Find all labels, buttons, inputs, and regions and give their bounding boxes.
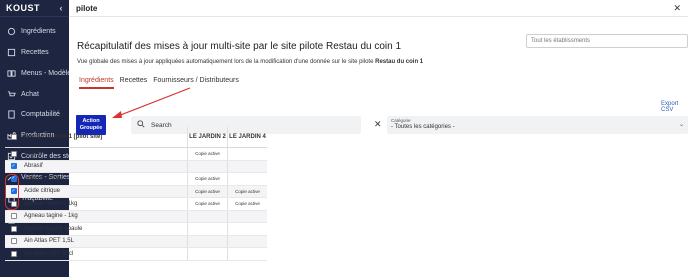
site-4-status: Copie active [227, 185, 267, 197]
category-select[interactable]: Catégorie - Toutes les catégories - ⌄ [387, 116, 688, 134]
sidebar-item-label: Achat [21, 90, 39, 98]
page-top-title: pilote [76, 3, 98, 13]
highlight-circle [5, 174, 19, 210]
ingredient-name: Ain Atlas PET 1,5L [24, 238, 74, 245]
sidebar-item-0[interactable]: Ingrédients [0, 22, 69, 40]
recipes-icon [7, 48, 16, 57]
site-4-status [227, 210, 267, 222]
site-2-status [187, 248, 227, 260]
tab-ingredients[interactable]: Ingrédients [79, 77, 114, 89]
site-2-status [187, 210, 227, 222]
menu-book-icon [7, 69, 16, 78]
accounting-icon [7, 109, 16, 119]
close-icon[interactable]: ✕ [673, 3, 681, 14]
table-header: Restau du coin 1 [pilot site] LE JARDIN … [5, 127, 267, 148]
sidebar-item-3[interactable]: Achat [0, 85, 69, 103]
ingredient-name: Ain Atlas PET 50cl [24, 250, 74, 257]
brand-name: KOUST [6, 3, 40, 13]
ingredient-name: Agneau tagine épaule [24, 225, 83, 232]
table-row[interactable]: ✓ Abrasif [5, 160, 267, 173]
table-row[interactable]: Ain Atlas PET 50cl [5, 248, 267, 261]
clear-search-icon[interactable]: ✕ [374, 119, 382, 130]
site-4-status: Copie active [227, 198, 267, 210]
chevron-down-icon: ⌄ [678, 122, 684, 128]
sidebar-item-label: Recettes [21, 48, 49, 56]
table-row[interactable]: @@@ Copie active [5, 148, 267, 161]
sidebar-item-1[interactable]: Recettes [0, 43, 69, 61]
row-checkbox[interactable] [10, 238, 17, 245]
table-row[interactable]: Agneau souris - 1kg Copie active Copie act… [5, 198, 267, 211]
header-pilot-site: Restau du coin 1 [pilot site] [24, 133, 103, 140]
ingredient-name: Agneau tagine - 1kg [24, 213, 78, 220]
table-row[interactable]: Ain Atlas PET 1,5L [5, 235, 267, 248]
site-4-status [227, 235, 267, 247]
row-checkbox[interactable]: ✓ [10, 163, 17, 170]
table-row[interactable]: Agneau tagine - 1kg [5, 210, 267, 223]
pilot-site-name: Restau du coin 1 [375, 59, 424, 65]
site-4-status [227, 223, 267, 235]
site-2-status: Copie active [187, 148, 227, 160]
page-title: Récapitulatif des mises à jour multi-sit… [77, 41, 402, 52]
export-csv-link[interactable]: Export CSV [661, 101, 688, 113]
sidebar-item-2[interactable]: Menus - Modèles [0, 64, 69, 82]
header-site-2: LE JARDIN 2 [187, 127, 227, 147]
sidebar-item-label: Comptabilité [21, 110, 60, 118]
establishments-select[interactable]: Tout les établissments [526, 34, 688, 48]
page-description: Vue globale des mises à jour appliquées … [77, 59, 423, 65]
cart-icon [7, 90, 16, 99]
site-4-status [227, 160, 267, 172]
row-checkbox[interactable] [10, 213, 17, 220]
description-text: Vue globale des mises à jour appliquées … [77, 59, 376, 65]
category-value: - Toutes les catégories - [391, 124, 455, 130]
tab-recettes[interactable]: Recettes [120, 77, 148, 89]
ingredient-name: @@@ [24, 150, 43, 157]
row-checkbox[interactable] [10, 225, 17, 232]
header-site-4: LE JARDIN 4 [227, 127, 267, 147]
ingredient-name: Acide citrique [24, 188, 61, 195]
site-4-status [227, 148, 267, 160]
tabs: Ingrédients Recettes Fournisseurs / Dist… [79, 77, 239, 89]
table-row[interactable]: ✓ Acide citrique Copie active Copie active [5, 185, 267, 198]
ingredient-name: Abrasif - Copie [24, 175, 64, 182]
site-2-status: Copie active [187, 198, 227, 210]
top-bar: pilote ✕ [69, 0, 688, 17]
site-2-status: Copie active [187, 173, 227, 185]
sidebar-item-4[interactable]: Comptabilité [0, 105, 69, 123]
site-4-status [227, 173, 267, 185]
menu-toggle-icon[interactable]: ‹ [60, 3, 64, 13]
ingredients-table: Restau du coin 1 [pilot site] LE JARDIN … [5, 127, 267, 261]
site-2-status [187, 235, 227, 247]
sidebar-item-label: Ingrédients [21, 27, 56, 35]
sidebar-item-label: Menus - Modèles [21, 69, 69, 77]
site-2-status: Copie active [187, 185, 227, 197]
ingredient-name: Abrasif [24, 163, 43, 170]
ingredient-name: Agneau souris - 1kg [24, 200, 78, 207]
table-row[interactable]: Agneau tagine épaule [5, 223, 267, 236]
tab-fournisseurs[interactable]: Fournisseurs / Distributeurs [153, 77, 239, 89]
site-2-status [187, 223, 227, 235]
row-checkbox[interactable] [10, 250, 17, 257]
select-all-checkbox[interactable] [10, 134, 17, 140]
site-4-status [227, 248, 267, 260]
table-row[interactable]: ✓ Abrasif - Copie Copie active [5, 173, 267, 186]
row-checkbox[interactable] [10, 150, 17, 157]
brand-logo: KOUST ‹ [0, 0, 69, 17]
ingredients-icon [7, 27, 16, 36]
site-2-status [187, 160, 227, 172]
category-label: Catégorie [391, 118, 411, 123]
